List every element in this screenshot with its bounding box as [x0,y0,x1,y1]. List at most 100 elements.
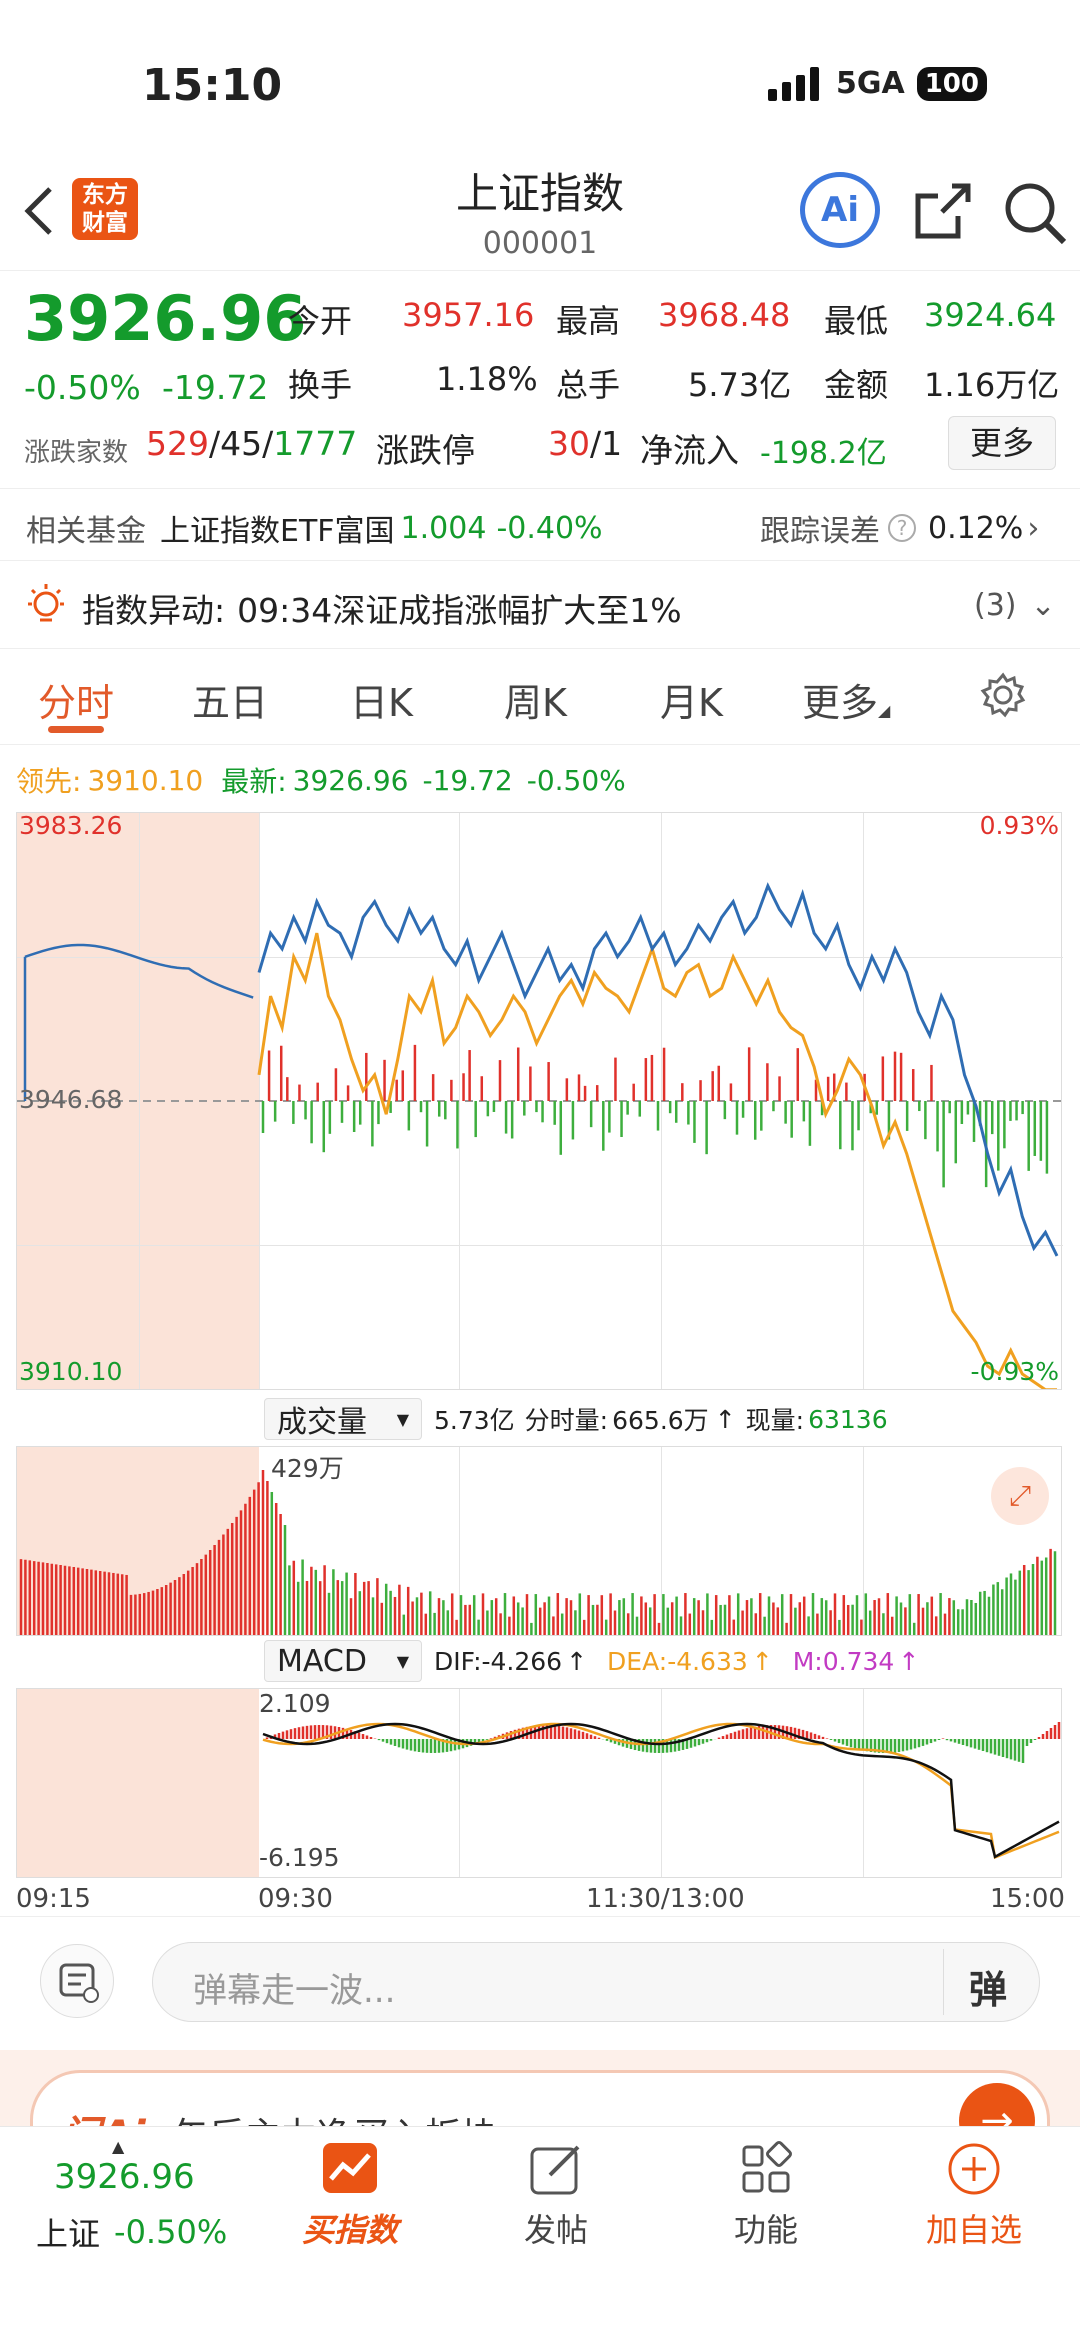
y-max-label: 3983.26 [19,811,123,840]
tab-more[interactable]: 更多◢ [802,672,890,727]
buy-index-label: 买指数 [301,2211,398,2249]
change-pct: -0.50% [24,368,141,407]
tab-month-k[interactable]: 月K [660,672,723,727]
m-label: M: [792,1646,823,1676]
search-icon[interactable] [1002,180,1068,250]
more-button[interactable]: 更多 [948,416,1056,470]
macd-chart[interactable]: 2.109 -6.195 [16,1688,1062,1878]
high-label: 最高 [556,302,621,340]
bottom-index[interactable]: 上证 -0.50% [36,2209,227,2255]
tab-day-k[interactable]: 日K [350,672,413,727]
turnover-value: 1.18% [436,360,538,398]
ai-button[interactable]: Ai [800,172,880,248]
volume-total: 5.73亿 [434,1406,515,1435]
volume-label: 总手 [556,366,621,404]
danmaku-placeholder: 弹幕走一波... [193,1971,396,2011]
tab-five-day[interactable]: 五日 [192,672,268,727]
share-icon[interactable] [912,180,974,246]
volume-value: 5.73亿 [688,366,792,404]
dif-value: -4.266 [481,1646,563,1676]
tab-week-k[interactable]: 周K [504,672,567,727]
turnover-label: 换手 [288,366,353,404]
bottom-index-pct: -0.50% [114,2213,228,2251]
track-label: 跟踪误差 [760,514,880,549]
breadth-values: 529/45/1777 [146,424,358,463]
y-min-label: 3910.10 [19,1357,123,1386]
minute-volume-label: 分时量: [524,1406,609,1435]
x-tick-0930: 09:30 [258,1884,333,1914]
chart-legend: 领先: 3910.10 最新: 3926.96 -19.72 -0.50% [16,760,626,800]
volume-chart[interactable]: 429万 ⤢ [16,1446,1062,1636]
adv-count: 529 [146,424,209,463]
trend-chart-icon [323,2143,377,2193]
lead-label: 领先: [16,765,82,798]
limit-values: 30/1 [548,424,623,463]
minute-volume: 665.6万 [612,1406,709,1435]
high-value: 3968.48 [658,296,791,334]
chevron-down-icon: ⌄ [1030,588,1056,623]
edit-icon [530,2145,580,2195]
bulb-icon [26,584,66,632]
danmaku-toggle-button[interactable]: 弹 [969,1959,1007,2014]
post-button[interactable]: 发帖 [496,2141,616,2251]
dif-label: DIF: [434,1646,482,1676]
now-volume-label: 现量: [745,1406,805,1435]
amount-value: 1.16万亿 [924,366,1060,404]
tab-intraday[interactable]: 分时 [38,672,114,727]
bottom-index-name: 上证 [36,2215,101,2253]
price-chart[interactable]: 3983.26 3946.68 3910.10 0.93% -0.93% [16,811,1063,1390]
last-value: 3926.96 [292,763,409,797]
x-tick-0915: 09:15 [16,1884,91,1914]
low-label: 最低 [824,302,889,340]
pct-min-label: -0.93% [970,1357,1059,1386]
chevron-right-icon: › [1027,510,1040,546]
m-value: 0.734 [822,1646,895,1676]
bottom-price: 3926.96 [54,2157,195,2197]
netflow-value: -198.2亿 [760,436,887,471]
add-watchlist-label: 加自选 [925,2211,1022,2249]
netflow-label: 净流入 [640,431,739,470]
index-alert[interactable]: 指数异动: 09:34深证成指涨幅扩大至1% [82,584,682,632]
macd-selector-label: MACD [277,1643,367,1679]
lead-series-line [257,932,1057,1389]
danmaku-input[interactable]: 弹幕走一波... 弹 [152,1942,1040,2022]
volume-max-label: 429万 [271,1454,344,1483]
post-label: 发帖 [523,2211,588,2249]
tab-active-indicator [48,726,104,733]
alert-text: 09:34深证成指涨幅扩大至1% [237,591,682,630]
macd-max-label: 2.109 [259,1689,331,1718]
fund-name: 上证指数ETF富国 [160,514,395,549]
alert-count[interactable]: (3) ⌄ [974,588,1056,623]
limit-label: 涨跌停 [376,431,475,470]
related-fund-row[interactable]: 相关基金 上证指数ETF富国 1.004 -0.40% [26,506,603,550]
expand-icon[interactable]: ⤢ [991,1467,1049,1525]
macd-svg [262,1722,1061,1860]
dea-value: -4.633 [667,1646,748,1676]
now-volume: 63136 [808,1404,888,1434]
tracking-error[interactable]: 跟踪误差 ? 0.12% › [760,506,1039,550]
x-tick-1500: 15:00 [990,1884,1065,1914]
open-value: 3957.16 [402,296,535,334]
buy-index-button[interactable]: 买指数 [290,2141,410,2251]
fund-label: 相关基金 [26,514,146,549]
last-label: 最新: [221,765,287,798]
function-button[interactable]: 功能 [706,2141,826,2251]
danmaku-settings-icon[interactable] [40,1944,114,2018]
breadth-label: 涨跌家数 [24,438,129,468]
network-label: 5GA [836,66,905,101]
volume-header: 成交量 ▼ 5.73亿 分时量: 665.6万 ↑ 现量: 63136 [264,1398,888,1440]
volume-selector[interactable]: 成交量 ▼ [264,1398,422,1440]
macd-selector[interactable]: MACD ▼ [264,1640,422,1682]
plus-circle-icon [948,2143,1000,2195]
last-pct: -0.50% [526,763,626,797]
dea-label: DEA: [607,1646,668,1676]
dif-line [262,1722,1060,1859]
current-price: 3926.96 [24,282,307,355]
macd-header: MACD ▼ DIF: -4.266 ↑ DEA: -4.633 ↑ M: 0.734… [264,1640,919,1682]
add-watchlist-button[interactable]: 加自选 [914,2141,1034,2251]
settings-icon[interactable] [980,672,1026,722]
pct-max-label: 0.93% [979,811,1059,840]
battery-icon: 100 [916,66,987,101]
open-label: 今开 [288,302,353,340]
help-icon: ? [888,514,916,542]
